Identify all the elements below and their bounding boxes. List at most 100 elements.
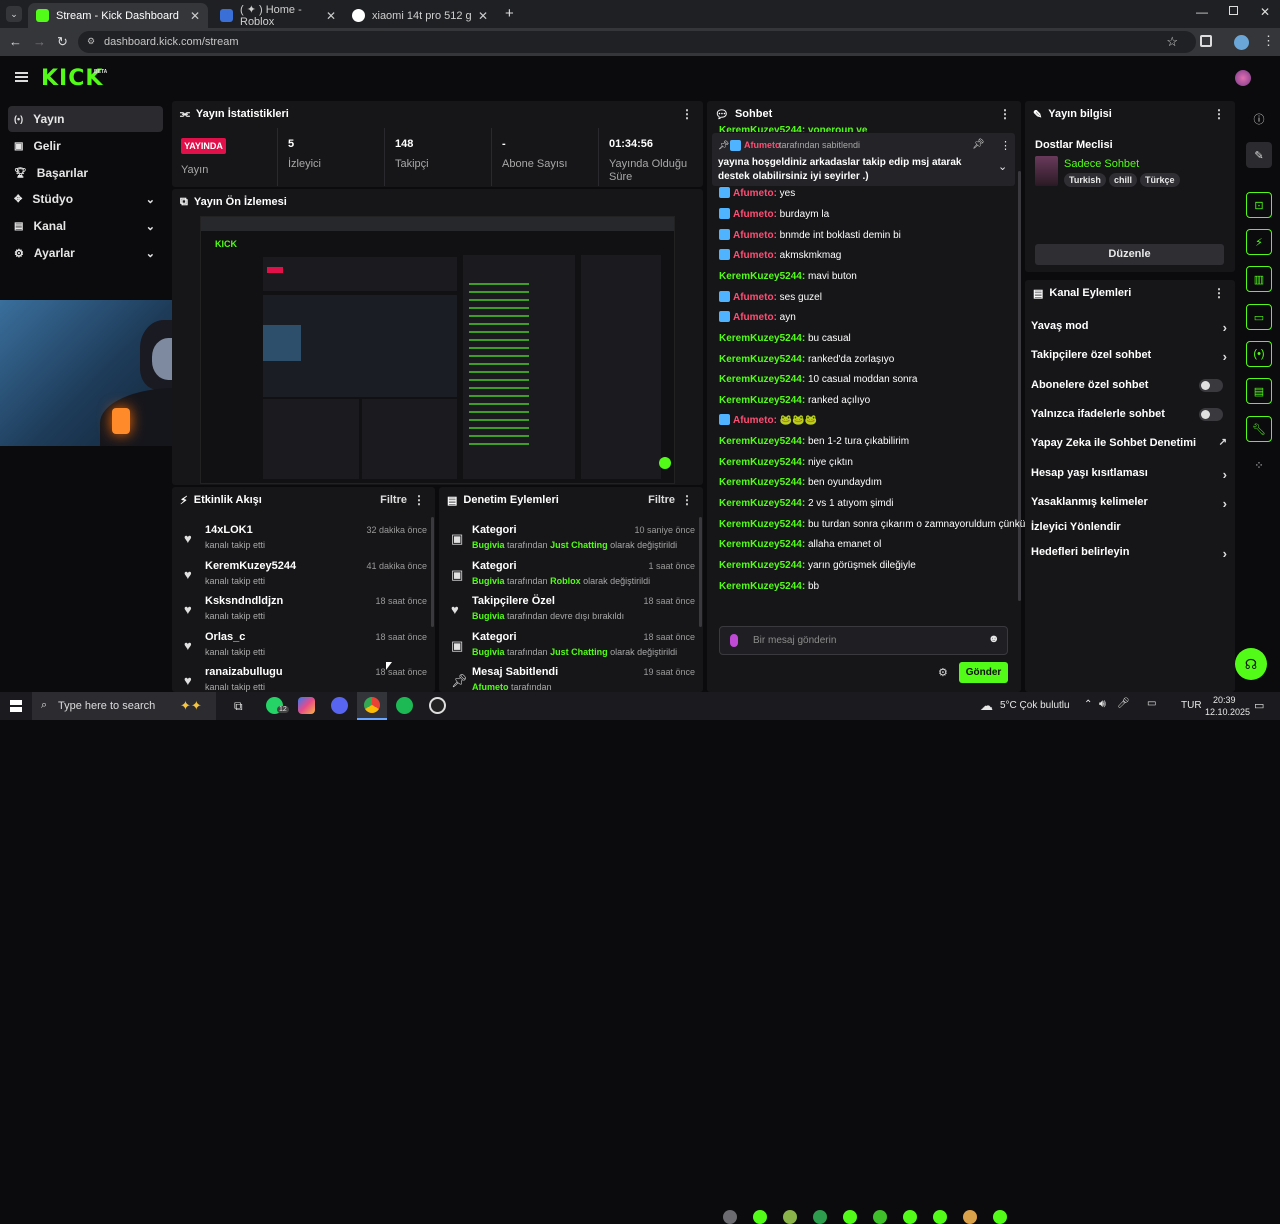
- url-bar[interactable]: ⚙ dashboard.kick.com/stream ☆: [78, 31, 1196, 53]
- sidebar-item-kanal[interactable]: ▤ Kanal ⌄: [8, 213, 163, 239]
- more-options-icon[interactable]: ⋮: [413, 493, 425, 507]
- chat-username[interactable]: KeremKuzey5244: [719, 271, 802, 282]
- copilot-icon[interactable]: [298, 697, 315, 714]
- restore-window-button[interactable]: [1229, 6, 1238, 15]
- hamburger-menu-icon[interactable]: [15, 72, 28, 82]
- moderation-user[interactable]: Bugivia: [472, 540, 505, 550]
- clock-date[interactable]: 12.10.2025: [1205, 707, 1250, 717]
- pin-toggle-icon[interactable]: 📌︎: [972, 139, 985, 150]
- chat-username[interactable]: KeremKuzey5244: [719, 477, 802, 488]
- reload-icon[interactable]: ↻: [57, 34, 68, 50]
- user-avatar[interactable]: [1235, 70, 1251, 86]
- activity-user[interactable]: ranaizabullugu: [205, 666, 283, 678]
- notification-icon[interactable]: ▭: [1254, 699, 1264, 712]
- more-options-icon[interactable]: ⋮: [1213, 286, 1225, 300]
- emote-icon[interactable]: [993, 1210, 1007, 1224]
- emote-icon[interactable]: [903, 1210, 917, 1224]
- dots-icon[interactable]: ⁘: [1246, 452, 1272, 478]
- info-icon[interactable]: ⓘ: [1246, 106, 1272, 132]
- category-name[interactable]: Sadece Sohbet: [1064, 158, 1139, 170]
- chat-username[interactable]: KeremKuzey5244: [719, 457, 802, 468]
- chat-username[interactable]: KeremKuzey5244: [719, 539, 802, 550]
- close-tab-icon[interactable]: ✕: [478, 9, 488, 23]
- moderation-user[interactable]: Afumeto: [472, 682, 509, 692]
- action-set-goals[interactable]: Hedefleri belirleyin ›: [1031, 546, 1227, 564]
- stream-preview-video[interactable]: KICK: [200, 216, 675, 484]
- emote-icon[interactable]: [963, 1210, 977, 1224]
- chat-username[interactable]: Afumeto: [733, 250, 774, 261]
- language-indicator[interactable]: TUR: [1181, 700, 1202, 711]
- moderation-user[interactable]: Bugivia: [472, 647, 505, 657]
- filter-button[interactable]: Filtre: [648, 494, 675, 506]
- chat-username[interactable]: Afumeto: [733, 415, 774, 426]
- sidebar-item-gelir[interactable]: ▣ Gelir: [8, 133, 163, 159]
- site-info-icon[interactable]: ⚙: [87, 36, 95, 47]
- chat-settings-icon[interactable]: ⚙: [938, 666, 948, 679]
- chat-username[interactable]: Afumeto: [733, 209, 774, 220]
- chat-username[interactable]: Afumeto: [733, 292, 774, 303]
- activity-user[interactable]: KeremKuzey5244: [205, 560, 296, 572]
- tab-kick-dashboard[interactable]: Stream - Kick Dashboard ✕: [28, 3, 208, 28]
- action-followers-only[interactable]: Takipçilere özel sohbet ›: [1031, 349, 1227, 367]
- mic-tray-icon[interactable]: 🎤︎: [1117, 698, 1130, 709]
- chat-username[interactable]: Afumeto: [733, 312, 774, 323]
- activity-user[interactable]: 14xLOK1: [205, 524, 253, 536]
- sidebar-item-ayarlar[interactable]: ⚙ Ayarlar ⌄: [8, 240, 163, 266]
- taskbar-search[interactable]: ⌕ Type here to search ✦✦: [32, 692, 216, 720]
- minimize-window-button[interactable]: —: [1196, 5, 1208, 19]
- edit-button[interactable]: Düzenle: [1035, 244, 1224, 265]
- sidebar-item-basarilar[interactable]: 🏆︎ Başarılar: [8, 160, 163, 186]
- chat-username[interactable]: KeremKuzey5244: [719, 354, 802, 365]
- windows-start-icon[interactable]: [10, 700, 22, 712]
- activity-user[interactable]: Ksksndndldjzn: [205, 595, 283, 607]
- emote-icon[interactable]: [723, 1210, 737, 1224]
- chat-username[interactable]: KeremKuzey5244: [719, 498, 802, 509]
- filter-button[interactable]: Filtre: [380, 494, 407, 506]
- more-options-icon[interactable]: ⋮: [681, 107, 693, 121]
- close-tab-icon[interactable]: ✕: [326, 9, 336, 23]
- edit-pencil-icon[interactable]: ✎: [1246, 142, 1272, 168]
- tab-list-dropdown[interactable]: ⌄: [6, 6, 22, 22]
- lightning-action-icon[interactable]: ⚡︎: [1246, 229, 1272, 255]
- microphone-icon[interactable]: [730, 634, 738, 647]
- chat-username[interactable]: Afumeto: [733, 188, 774, 199]
- clock-time[interactable]: 20:39: [1213, 695, 1236, 705]
- subscribers-only-toggle[interactable]: [1199, 379, 1223, 392]
- emote-icon[interactable]: [813, 1210, 827, 1224]
- emote-icon[interactable]: [783, 1210, 797, 1224]
- broadcast-icon[interactable]: (•): [1246, 341, 1272, 367]
- more-options-icon[interactable]: ⋮: [681, 493, 693, 507]
- activity-scrollbar[interactable]: [431, 517, 434, 627]
- weather-text[interactable]: 5°C Çok bulutlu: [1000, 700, 1070, 711]
- moderation-scrollbar[interactable]: [699, 517, 702, 627]
- volume-icon[interactable]: 🔊︎: [1099, 698, 1106, 711]
- emote-icon[interactable]: [843, 1210, 857, 1224]
- chat-username[interactable]: Afumeto: [733, 230, 774, 241]
- back-icon[interactable]: ←: [9, 34, 22, 49]
- pinned-more-icon[interactable]: ⋮: [1000, 139, 1011, 152]
- emotes-only-toggle[interactable]: [1199, 408, 1223, 421]
- chat-username[interactable]: KeremKuzey5244: [719, 333, 802, 344]
- chevron-down-icon[interactable]: ⌄: [998, 160, 1007, 173]
- close-window-button[interactable]: ✕: [1260, 5, 1270, 19]
- emoji-picker-icon[interactable]: ☻: [988, 633, 1000, 645]
- obs-icon[interactable]: [429, 697, 446, 714]
- action-banned-words[interactable]: Yasaklanmış kelimeler ›: [1031, 496, 1227, 514]
- chat-username[interactable]: KeremKuzey5244: [719, 519, 802, 530]
- chat-username[interactable]: KeremKuzey5244: [719, 560, 802, 571]
- chat-username[interactable]: KeremKuzey5244: [719, 395, 802, 406]
- notes-icon[interactable]: ▥: [1246, 266, 1272, 292]
- tab-roblox[interactable]: ( ✦ ) Home - Roblox ✕: [212, 3, 344, 28]
- action-ai-moderation[interactable]: Yapay Zeka ile Sohbet Denetimi ↗: [1031, 437, 1227, 455]
- profile-avatar-icon[interactable]: [1234, 35, 1249, 50]
- emote-icon[interactable]: [753, 1210, 767, 1224]
- chat-username[interactable]: KeremKuzey5244: [719, 374, 802, 385]
- new-tab-button[interactable]: +: [505, 5, 514, 22]
- layout-icon[interactable]: ▤: [1246, 378, 1272, 404]
- close-tab-icon[interactable]: ✕: [190, 9, 200, 23]
- forward-icon[interactable]: →: [33, 34, 46, 49]
- browser-menu-icon[interactable]: ⋮: [1262, 33, 1275, 49]
- sidebar-item-yayin[interactable]: (•) Yayın: [8, 106, 163, 132]
- send-button[interactable]: Gönder: [959, 662, 1008, 683]
- clip-icon[interactable]: ⊡: [1246, 192, 1272, 218]
